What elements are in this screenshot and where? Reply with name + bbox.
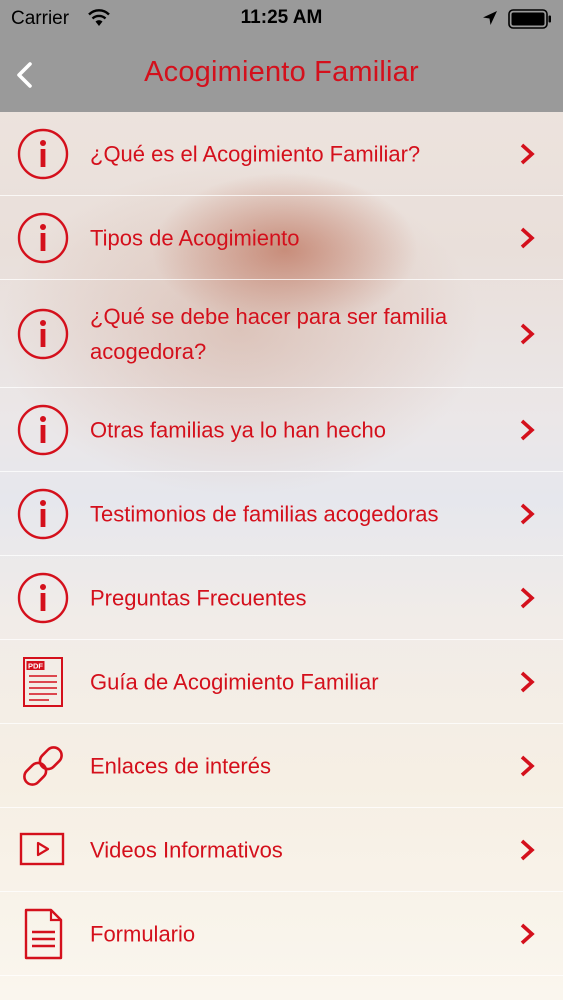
- menu-item-guia[interactable]: PDF Guía de Acogimiento Familiar: [0, 640, 563, 724]
- menu-item-label: ¿Qué se debe hacer para ser familia acog…: [90, 303, 448, 364]
- chevron-right-icon: [520, 143, 535, 164]
- pdf-label: PDF: [28, 661, 43, 670]
- info-circle-icon: [17, 488, 69, 539]
- navigation-bar: Acogimiento Familiar: [0, 40, 563, 112]
- menu-item-que-es[interactable]: ¿Qué es el Acogimiento Familiar?: [0, 112, 563, 196]
- pdf-document-icon: PDF: [23, 656, 63, 707]
- info-circle-icon: [17, 404, 69, 455]
- battery-icon: [508, 9, 551, 29]
- link-icon: [23, 745, 63, 786]
- menu-item-testimonios[interactable]: Testimonios de familias acogedoras: [0, 472, 563, 556]
- video-play-icon: [19, 832, 65, 865]
- menu-item-tipos[interactable]: Tipos de Acogimiento: [0, 196, 563, 280]
- chevron-right-icon: [520, 755, 535, 776]
- chevron-right-icon: [520, 503, 535, 524]
- status-time: 11:25 AM: [240, 7, 323, 28]
- menu-item-label: Otras familias ya lo han hecho: [90, 417, 386, 442]
- chevron-right-icon: [520, 587, 535, 608]
- info-circle-icon: [17, 572, 69, 623]
- location-arrow-icon: [483, 11, 497, 25]
- menu-item-label: ¿Qué es el Acogimiento Familiar?: [90, 141, 421, 166]
- menu-item-label: Enlaces de interés: [90, 753, 271, 778]
- menu-item-label: Testimonios de familias acogedoras: [90, 501, 439, 526]
- menu-item-que-hacer[interactable]: ¿Qué se debe hacer para ser familia acog…: [0, 280, 563, 388]
- menu-item-label: Videos Informativos: [90, 837, 283, 862]
- status-bar: Carrier 11:25 AM: [0, 0, 563, 40]
- menu-item-enlaces[interactable]: Enlaces de interés: [0, 724, 563, 808]
- chevron-right-icon: [520, 923, 535, 944]
- menu-list: ¿Qué es el Acogimiento Familiar? Tipos d…: [0, 112, 563, 976]
- chevron-right-icon: [520, 227, 535, 248]
- menu-item-label: Tipos de Acogimiento: [90, 225, 300, 250]
- menu-item-formulario[interactable]: Formulario: [0, 892, 563, 976]
- chevron-right-icon: [520, 839, 535, 860]
- chevron-right-icon: [520, 671, 535, 692]
- menu-item-label: Guía de Acogimiento Familiar: [90, 669, 379, 694]
- menu-item-preguntas[interactable]: Preguntas Frecuentes: [0, 556, 563, 640]
- menu-item-videos[interactable]: Videos Informativos: [0, 808, 563, 892]
- page-title: Acogimiento Familiar: [144, 56, 419, 88]
- info-circle-icon: [17, 212, 69, 263]
- form-document-icon: [24, 908, 63, 959]
- info-circle-icon: [17, 308, 69, 359]
- menu-item-label: Preguntas Frecuentes: [90, 585, 307, 610]
- info-circle-icon: [17, 128, 69, 179]
- menu-item-otras-familias[interactable]: Otras familias ya lo han hecho: [0, 388, 563, 472]
- chevron-right-icon: [520, 323, 535, 344]
- chevron-right-icon: [520, 419, 535, 440]
- menu-item-label: Formulario: [90, 921, 196, 946]
